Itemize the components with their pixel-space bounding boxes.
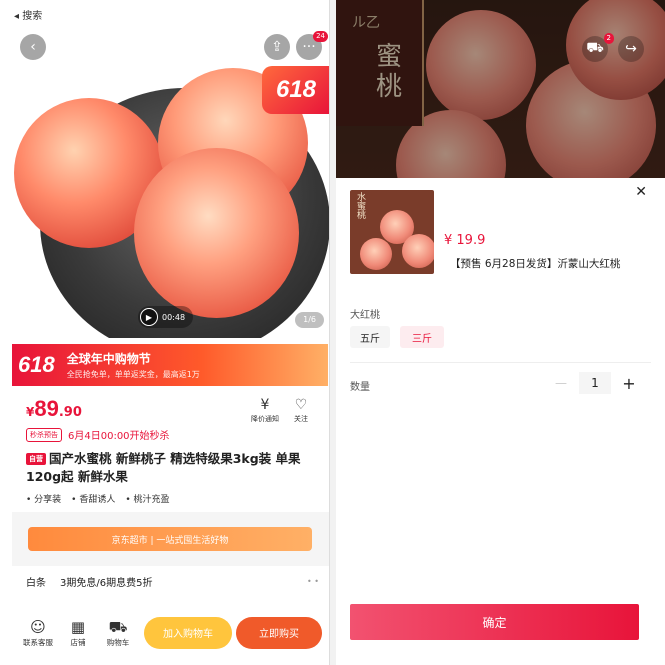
price-alert-button[interactable]: ¥ 降价通知 — [248, 396, 282, 424]
selected-price: ¥ 19.9 — [444, 233, 486, 248]
customer-service-button[interactable]: ☺ 联系客服 — [18, 617, 58, 648]
image-counter: 1/6 — [295, 312, 324, 328]
promo-title: 全球年中购物节 — [66, 352, 151, 366]
promo-618-logo: 618 — [18, 352, 55, 377]
back-to-search-link[interactable]: ◂ 搜索 — [14, 7, 42, 22]
cart-button[interactable]: ⛟ 2 — [582, 33, 614, 62]
divider — [350, 362, 651, 363]
cart-icon: ⛟ — [586, 40, 604, 56]
close-icon[interactable]: ✕ — [635, 184, 647, 200]
more-icon: ··· — [302, 39, 316, 55]
product-title-text: 国产水蜜桃 新鲜桃子 精选特级果3kg装 单果120g起 新鲜水果 — [26, 451, 301, 484]
more-dots-icon: • • — [307, 577, 319, 586]
promo-banner[interactable]: 618 全球年中购物节 全民抢免单，单单返奖金，最高返1万 — [12, 344, 328, 386]
currency-symbol: ¥ — [26, 405, 35, 419]
share-button[interactable]: ↪ — [618, 36, 644, 62]
follow-button[interactable]: ♡ 关注 — [284, 396, 318, 424]
notification-badge: 24 — [313, 31, 328, 42]
minus-button[interactable]: — — [549, 372, 573, 394]
share-icon: ⇪ — [271, 39, 283, 55]
product-thumbnail: 水蜜桃 — [350, 190, 434, 274]
seckill-tag: 秒杀预告 — [26, 427, 62, 442]
product-hero-image[interactable]: ‹ ⇪ ··· 24 618 ▶ 00:48 1/6 — [0, 28, 329, 338]
quantity-label: 数量 — [350, 382, 370, 393]
store-icon: ▦ — [70, 618, 86, 636]
play-icon: ▶ — [140, 308, 158, 326]
seckill-text: 6月4日00:00开始秒杀 — [68, 431, 170, 442]
price-row: ¥ 89 .90 ¥ 降价通知 ♡ 关注 — [26, 396, 321, 426]
quantity-stepper: — 1 + — [549, 372, 641, 394]
video-play-button[interactable]: ▶ 00:48 — [138, 306, 194, 328]
spec-sheet: 水蜜桃 ✕ ¥ 19.9 【预售 6月28日发货】沂蒙山大红桃 大红桃 五斤 三… — [336, 178, 665, 665]
baitiao-text: 3期免息/6期息费5折 — [60, 578, 153, 589]
plus-button[interactable]: + — [617, 372, 641, 394]
cart-button[interactable]: ⛟ 购物车 — [98, 617, 138, 648]
share-button[interactable]: ⇪ — [264, 34, 290, 60]
more-button[interactable]: ··· 24 — [296, 31, 328, 60]
chat-icon: ☺ — [30, 618, 46, 636]
back-button[interactable]: ‹ — [20, 34, 46, 60]
self-operated-tag: 自营 — [26, 453, 46, 465]
price-decimal: .90 — [58, 405, 82, 420]
price-alert-label: 降价通知 — [251, 415, 279, 423]
feature-list: • 分享装 • 香甜诱人 • 桃汁充盈 — [26, 492, 170, 505]
customer-service-label: 联系客服 — [23, 638, 53, 647]
feature-item: • 分享装 — [26, 495, 62, 505]
shop-button[interactable]: ▦ 店铺 — [58, 617, 98, 648]
price-integer: 89 — [34, 396, 59, 421]
add-to-cart-button[interactable]: 加入购物车 — [144, 616, 232, 649]
share-icon: ↪ — [625, 41, 637, 57]
peach-image — [402, 234, 434, 268]
seckill-notice: 秒杀预告 6月4日00:00开始秒杀 — [26, 427, 170, 442]
spec-selection-screen: ル乙 蜜桃 ⛟ 2 ↪ 水蜜桃 ✕ ¥ 19.9 【预售 6月28日发货】沂蒙山… — [336, 0, 665, 665]
feature-item: • 香甜诱人 — [71, 495, 116, 505]
bottom-action-bar: ☺ 联系客服 ▦ 店铺 ⛟ 购物车 加入购物车 立即购买 — [12, 600, 329, 665]
peach-image — [134, 148, 299, 318]
peach-image — [360, 238, 392, 270]
price-alert-icon: ¥ — [260, 397, 270, 413]
cart-badge: 2 — [603, 33, 614, 44]
buy-now-button[interactable]: 立即购买 — [236, 616, 322, 649]
selected-product-name: 【预售 6月28日发货】沂蒙山大红桃 — [450, 258, 621, 270]
follow-label: 关注 — [294, 415, 308, 423]
promo-subtitle: 全民抢免单，单单返奖金，最高返1万 — [66, 370, 200, 379]
heart-icon: ♡ — [294, 397, 308, 413]
feature-item: • 桃汁充盈 — [125, 495, 170, 505]
thumbnail-label: 水蜜桃 — [355, 192, 365, 219]
cart-icon: ⛟ — [108, 618, 128, 636]
confirm-button[interactable]: 确定 — [350, 604, 639, 640]
option-five-jin[interactable]: 五斤 — [350, 326, 390, 348]
option-three-jin[interactable]: 三斤 — [400, 326, 444, 348]
status-bar: ◂ 搜索 — [0, 0, 329, 28]
618-badge: 618 — [262, 66, 329, 114]
product-detail-screen: ◂ 搜索 ‹ ⇪ ··· 24 618 ▶ 00:48 1/6 618 全球年中… — [0, 0, 330, 665]
cart-label: 购物车 — [106, 638, 130, 647]
baitiao-label: 白条 — [26, 578, 46, 589]
shop-label: 店铺 — [70, 638, 86, 647]
quantity-value[interactable]: 1 — [579, 372, 611, 394]
chevron-left-icon: ‹ — [30, 39, 36, 55]
cover-image: ル乙 蜜桃 ⛟ 2 ↪ — [336, 0, 665, 178]
product-title: 自营 国产水蜜桃 新鲜桃子 精选特级果3kg装 单果120g起 新鲜水果 — [26, 450, 319, 486]
jd-supermarket-banner[interactable]: 京东超市 | 一站式囤生活好物 — [28, 527, 312, 551]
video-duration: 00:48 — [162, 312, 186, 322]
dim-overlay[interactable] — [336, 0, 665, 178]
baitiao-row[interactable]: 白条 3期免息/6期息费5折 • • — [26, 574, 319, 589]
spec-label: 大红桃 — [350, 310, 380, 321]
